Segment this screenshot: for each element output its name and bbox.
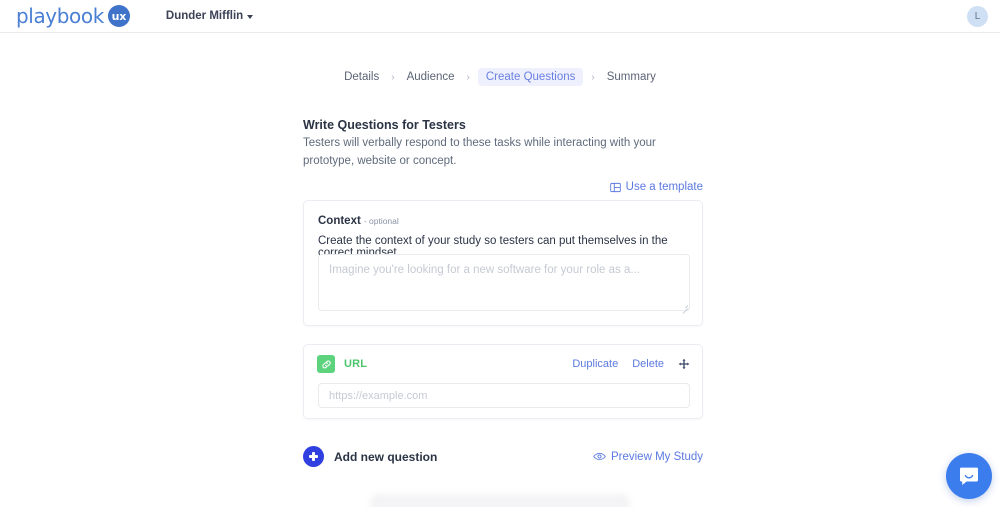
question-footer-actions: Add new question Preview My Study	[303, 446, 703, 467]
breadcrumb-separator: ›	[466, 71, 470, 83]
intercom-messenger-button[interactable]	[946, 453, 992, 499]
logo-ux-badge: ux	[107, 5, 130, 27]
url-type-label: URL	[344, 358, 368, 370]
org-switcher[interactable]: Dunder Mifflin	[165, 10, 254, 22]
breadcrumb-item-create-questions[interactable]: Create Questions	[477, 68, 584, 86]
duplicate-button[interactable]: Duplicate	[572, 358, 618, 370]
intercom-messenger-icon	[960, 467, 978, 485]
playbook-ux-logo[interactable]: playbook ux	[16, 5, 130, 27]
page-description: Testers will verbally respond to these t…	[303, 137, 656, 167]
breadcrumb-item-audience[interactable]: Audience	[403, 69, 459, 85]
url-card-header: URL Duplicate Delete	[317, 355, 690, 373]
add-new-question-button[interactable]: Add new question	[303, 446, 437, 467]
eye-icon	[593, 452, 606, 461]
context-optional-tag: - optional	[363, 216, 399, 226]
delete-button[interactable]: Delete	[632, 358, 664, 370]
preview-my-study-button[interactable]: Preview My Study	[593, 451, 703, 463]
plus-icon	[303, 446, 324, 467]
url-input[interactable]	[318, 383, 690, 408]
chevron-down-icon	[247, 15, 254, 19]
breadcrumb-separator: ›	[591, 71, 595, 83]
url-card-actions: Duplicate Delete	[572, 358, 690, 370]
context-card: Context - optional Create the context of …	[303, 200, 703, 326]
breadcrumb-item-details[interactable]: Details	[340, 69, 383, 85]
use-a-template-button[interactable]: Use a template	[303, 181, 703, 193]
context-label: Context - optional	[318, 215, 399, 227]
avatar[interactable]: L	[967, 6, 988, 27]
avatar-initial: L	[974, 11, 981, 22]
layout-template-icon	[609, 182, 621, 192]
app-header: playbook ux Dunder Mifflin L	[0, 0, 1000, 33]
next-card-peek	[370, 494, 630, 507]
use-a-template-label: Use a template	[625, 181, 703, 193]
org-switcher-label: Dunder Mifflin	[165, 10, 244, 22]
move-icon[interactable]	[678, 358, 690, 370]
link-icon	[317, 355, 335, 373]
context-textarea[interactable]	[318, 254, 690, 311]
breadcrumb-separator: ›	[391, 71, 395, 83]
page-title: Write Questions for Testers	[303, 118, 466, 132]
breadcrumb: Details › Audience › Create Questions › …	[0, 68, 1000, 86]
preview-my-study-label: Preview My Study	[610, 450, 703, 463]
context-label-text: Context	[318, 215, 361, 227]
logo-wordmark: playbook	[16, 4, 104, 28]
breadcrumb-item-summary[interactable]: Summary	[603, 69, 660, 85]
add-new-question-label: Add new question	[334, 449, 438, 464]
url-question-card: URL Duplicate Delete	[303, 344, 703, 419]
